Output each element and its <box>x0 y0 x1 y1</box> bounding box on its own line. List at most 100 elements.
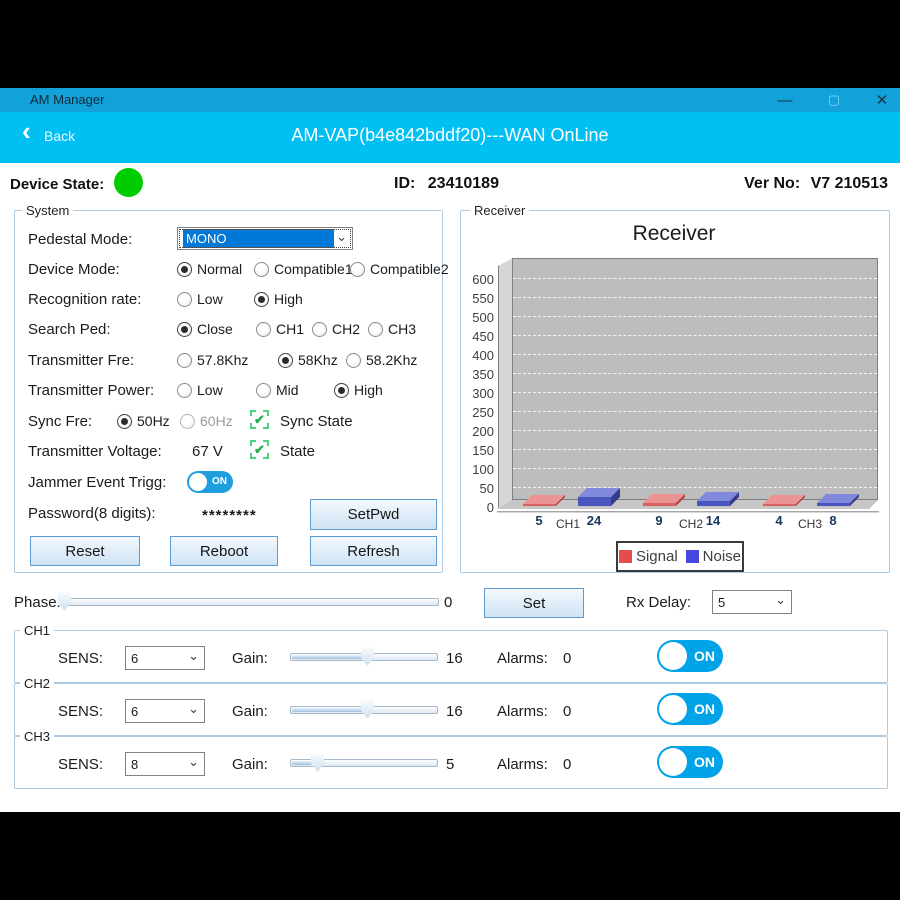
radio-sync-50hz[interactable]: 50Hz <box>117 412 170 430</box>
id-label: ID: <box>394 175 415 192</box>
radio-power-mid[interactable]: Mid <box>256 381 299 399</box>
gridline <box>513 430 877 431</box>
chart-bar-noise-ch1 <box>578 497 611 506</box>
x-category-label: CH3 <box>788 517 832 531</box>
phase-slider-track[interactable] <box>62 598 439 606</box>
ch1-sens-select[interactable]: 6 ⌄ <box>125 646 205 670</box>
ch2-gain-label: Gain: <box>232 703 268 720</box>
radio-power-high[interactable]: High <box>334 381 383 399</box>
ch3-sens-label: SENS: <box>58 756 103 773</box>
gridline <box>513 468 877 469</box>
radio-icon <box>278 353 293 368</box>
toggle-knob <box>659 695 687 723</box>
legend-signal-swatch <box>619 550 632 563</box>
radio-icon <box>334 383 349 398</box>
transmitter-voltage-value: 67 V <box>192 443 223 460</box>
rx-delay-select[interactable]: 5 ⌄ <box>712 590 792 614</box>
y-tick: 600 <box>460 272 494 287</box>
radio-label: CH2 <box>332 321 360 337</box>
legend-noise-label: Noise <box>703 548 741 565</box>
radio-sync-60hz[interactable]: 60Hz <box>180 412 233 430</box>
back-chevron-icon[interactable]: ‹ <box>22 118 31 144</box>
radio-search-ch2[interactable]: CH2 <box>312 320 360 338</box>
transmitter-power-label: Transmitter Power: <box>28 382 154 399</box>
radio-search-ch3[interactable]: CH3 <box>368 320 416 338</box>
radio-device-mode-compatible1[interactable]: Compatible1 <box>254 260 353 278</box>
state-checkbox[interactable]: ✔ <box>250 440 269 459</box>
back-button[interactable]: Back <box>44 128 75 144</box>
sync-state-label: Sync State <box>280 413 353 430</box>
y-tick: 150 <box>460 443 494 458</box>
window-title: AM Manager <box>30 92 104 107</box>
gridline <box>513 487 877 488</box>
ch2-sens-select[interactable]: 6 ⌄ <box>125 699 205 723</box>
radio-label: 58Khz <box>298 352 338 368</box>
chart-bar-noise-ch3 <box>817 503 850 506</box>
ch2-gain-fill <box>292 708 368 712</box>
ch2-power-toggle[interactable]: ON <box>657 693 723 725</box>
ch3-power-toggle[interactable]: ON <box>657 746 723 778</box>
radio-device-mode-compatible2[interactable]: Compatible2 <box>350 260 449 278</box>
radio-search-ch1[interactable]: CH1 <box>256 320 304 338</box>
radio-label: Low <box>197 291 223 307</box>
radio-icon <box>177 383 192 398</box>
refresh-button[interactable]: Refresh <box>310 536 437 566</box>
radio-recognition-high[interactable]: High <box>254 290 303 308</box>
ch1-gain-value: 16 <box>446 650 463 667</box>
legend-noise-swatch <box>686 550 699 563</box>
toggle-knob <box>189 473 207 491</box>
ch1-alarms-label: Alarms: <box>497 650 548 667</box>
chart-title: Receiver <box>460 222 888 246</box>
radio-label: Close <box>197 321 233 337</box>
transmitter-voltage-label: Transmitter Voltage: <box>28 443 162 460</box>
radio-fre-57-8[interactable]: 57.8Khz <box>177 351 248 369</box>
radio-recognition-low[interactable]: Low <box>177 290 223 308</box>
chevron-down-icon: ⌄ <box>188 704 199 714</box>
ch3-gain-label: Gain: <box>232 756 268 773</box>
toggle-on-label: ON <box>694 701 715 717</box>
radio-label: High <box>274 291 303 307</box>
y-tick: 400 <box>460 348 494 363</box>
reset-button[interactable]: Reset <box>30 536 140 566</box>
radio-label: CH1 <box>276 321 304 337</box>
reboot-button[interactable]: Reboot <box>170 536 278 566</box>
sync-state-checkbox[interactable]: ✔ <box>250 410 269 429</box>
radio-power-low[interactable]: Low <box>177 381 223 399</box>
minimize-button[interactable]: — <box>772 89 798 111</box>
radio-label: Mid <box>276 382 299 398</box>
radio-icon <box>254 262 269 277</box>
gridline <box>513 411 877 412</box>
gridline <box>513 373 877 374</box>
ch1-power-toggle[interactable]: ON <box>657 640 723 672</box>
radio-fre-58-2[interactable]: 58.2Khz <box>346 351 417 369</box>
y-tick: 450 <box>460 329 494 344</box>
device-title: AM-VAP(b4e842bddf20)---WAN OnLine <box>0 125 900 146</box>
radio-fre-58[interactable]: 58Khz <box>278 351 338 369</box>
close-button[interactable]: ✕ <box>869 89 895 111</box>
jammer-toggle[interactable]: ON <box>187 471 233 493</box>
device-state-label: Device State: <box>10 176 104 193</box>
minimize-icon: — <box>778 92 793 109</box>
maximize-button[interactable]: ▢ <box>821 89 847 111</box>
chart-plot-area <box>512 258 878 500</box>
toggle-on-label: ON <box>212 476 227 487</box>
radio-icon <box>346 353 361 368</box>
phase-value: 0 <box>444 594 452 611</box>
search-ped-label: Search Ped: <box>28 321 111 338</box>
radio-icon <box>177 322 192 337</box>
radio-icon <box>177 262 192 277</box>
setpwd-button[interactable]: SetPwd <box>310 499 437 530</box>
radio-search-close[interactable]: Close <box>177 320 233 338</box>
am-manager-window: AM Manager — ▢ ✕ AM-VAP(b4e842bddf20)---… <box>0 0 900 900</box>
ch3-sens-value: 8 <box>131 757 138 772</box>
toggle-on-label: ON <box>694 754 715 770</box>
pedestal-mode-select[interactable]: MONO ⌄ <box>177 227 353 250</box>
ch2-gain-value: 16 <box>446 703 463 720</box>
state-label: State <box>280 443 315 460</box>
device-state-indicator <box>114 168 143 197</box>
chevron-down-icon: ⌄ <box>188 757 199 767</box>
ch1-sens-label: SENS: <box>58 650 103 667</box>
radio-device-mode-normal[interactable]: Normal <box>177 260 242 278</box>
set-button[interactable]: Set <box>484 588 584 618</box>
ch3-sens-select[interactable]: 8 ⌄ <box>125 752 205 776</box>
